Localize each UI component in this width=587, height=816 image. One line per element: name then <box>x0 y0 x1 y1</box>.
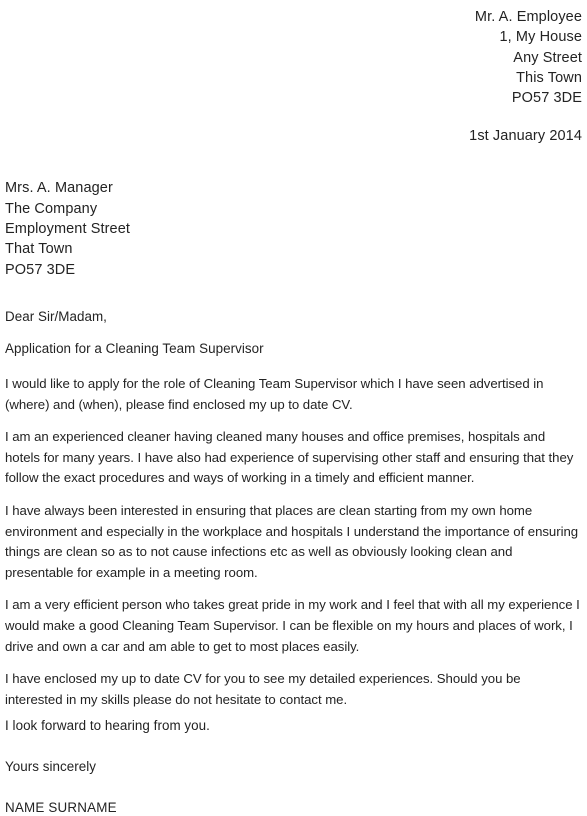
sender-address-line: 1, My House <box>499 29 582 46</box>
body-paragraph: I have enclosed my up to date CV for you… <box>5 671 521 707</box>
recipient-address-block: Mrs. A. Manager The Company Employment S… <box>5 178 582 279</box>
letter-closing: I look forward to hearing from you. Your… <box>5 717 582 816</box>
salutation: Dear Sir/Madam, <box>5 308 107 324</box>
sender-address-line: This Town <box>516 69 582 86</box>
letter-date: 1st January 2014 <box>469 128 582 145</box>
body-paragraph: I am an experienced cleaner having clean… <box>5 429 574 486</box>
body-paragraph: I have always been interested in ensurin… <box>5 502 579 580</box>
recipient-address-line: Mrs. A. Manager <box>5 180 113 197</box>
sender-address-block: Mr. A. Employee 1, My House Any Street T… <box>5 0 582 108</box>
letter-page: Mr. A. Employee 1, My House Any Street T… <box>0 0 587 815</box>
signature-name: NAME SURNAME <box>5 800 117 816</box>
recipient-address-line: PO57 3DE <box>5 261 76 278</box>
subject-line: Application for a Cleaning Team Supervis… <box>5 340 264 356</box>
letter-body: I would like to apply for the role of Cl… <box>5 374 582 710</box>
sender-address-line: Any Street <box>513 49 582 66</box>
closing-forward-line: I look forward to hearing from you. <box>5 718 210 734</box>
body-paragraph: I would like to apply for the role of Cl… <box>5 375 544 412</box>
body-paragraph: I am a very efficient person who takes g… <box>5 597 580 654</box>
recipient-address-line: Employment Street <box>5 221 130 238</box>
sender-address-line: Mr. A. Employee <box>474 9 582 25</box>
recipient-address-line: The Company <box>5 200 98 217</box>
sender-address-line: PO57 3DE <box>511 90 582 107</box>
closing-sign-off: Yours sincerely <box>5 759 97 775</box>
recipient-address-line: That Town <box>5 241 73 258</box>
